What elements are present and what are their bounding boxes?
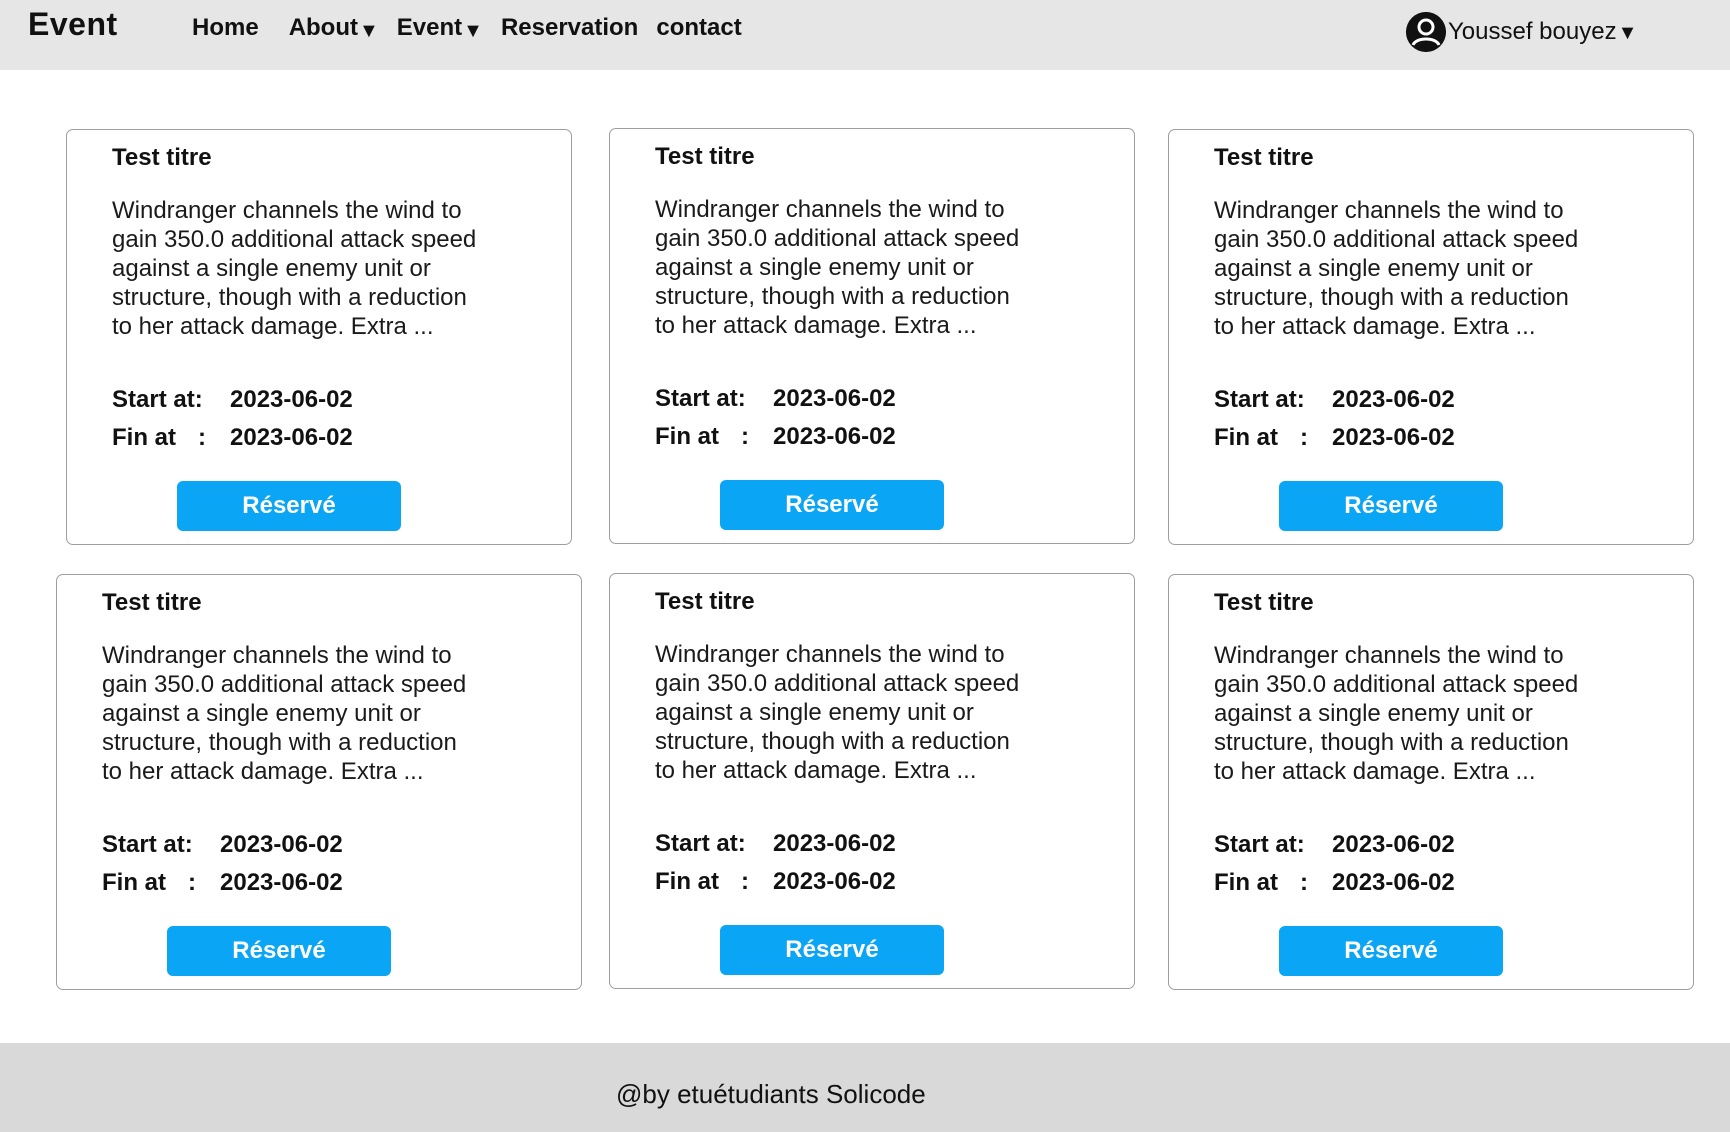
nav-contact[interactable]: contact [656, 14, 741, 42]
event-start: Start at: 2023-06-02 [655, 385, 896, 413]
event-title: Test titre [655, 143, 755, 170]
end-label: Fin at [655, 423, 719, 450]
reserve-button[interactable]: Réservé [720, 925, 944, 975]
start-date: 2023-06-02 [230, 386, 353, 413]
caret-down-icon: ▼ [359, 19, 379, 42]
start-label: Start at: [112, 386, 203, 413]
start-date: 2023-06-02 [1332, 386, 1455, 413]
nav-home-label: Home [192, 14, 259, 41]
reserve-button[interactable]: Réservé [1279, 926, 1503, 976]
event-start: Start at: 2023-06-02 [102, 831, 343, 859]
start-date: 2023-06-02 [773, 385, 896, 412]
event-end: Fin at:2023-06-02 [102, 869, 343, 897]
nav-event-label: Event [396, 14, 463, 41]
event-description: Windranger channels the wind to gain 350… [112, 197, 477, 340]
top-navbar: Event Home About ▼ Event ▼ Reservation c… [0, 0, 1730, 70]
event-description: Windranger channels the wind to gain 350… [1214, 197, 1579, 340]
event-card: Test titre Windranger channels the wind … [609, 573, 1135, 989]
event-description: Windranger channels the wind to gain 350… [102, 642, 467, 785]
end-date: 2023-06-02 [1332, 424, 1455, 451]
end-separator: : [1300, 424, 1308, 451]
event-end: Fin at:2023-06-02 [655, 423, 896, 451]
start-date: 2023-06-02 [220, 831, 343, 858]
reserve-button[interactable]: Réservé [1279, 481, 1503, 531]
reserve-button[interactable]: Réservé [167, 926, 391, 976]
nav-about-label: About [288, 14, 358, 41]
event-start: Start at: 2023-06-02 [1214, 386, 1455, 414]
event-title: Test titre [102, 589, 202, 616]
nav-event-dropdown[interactable]: Event ▼ [397, 14, 483, 42]
event-card: Test titre Windranger channels the wind … [66, 129, 572, 545]
brand-logo[interactable]: Event [28, 6, 118, 43]
event-end: Fin at:2023-06-02 [112, 424, 353, 452]
end-separator: : [741, 868, 749, 895]
nav-reservation-label: Reservation [500, 14, 639, 41]
event-start: Start at: 2023-06-02 [655, 830, 896, 858]
reserve-button[interactable]: Réservé [720, 480, 944, 530]
nav-reservation[interactable]: Reservation [501, 14, 638, 42]
end-date: 2023-06-02 [220, 869, 343, 896]
event-title: Test titre [112, 144, 212, 171]
event-card: Test titre Windranger channels the wind … [1168, 129, 1694, 545]
event-card: Test titre Windranger channels the wind … [1168, 574, 1694, 990]
start-label: Start at: [102, 831, 193, 858]
event-end: Fin at:2023-06-02 [655, 868, 896, 896]
end-date: 2023-06-02 [773, 423, 896, 450]
event-description: Windranger channels the wind to gain 350… [1214, 642, 1579, 785]
end-label: Fin at [112, 424, 176, 451]
nav-about-dropdown[interactable]: About ▼ [289, 14, 379, 42]
page-footer: @by etuétudiants Solicode [0, 1043, 1730, 1132]
caret-down-icon: ▼ [1617, 21, 1638, 44]
event-end: Fin at:2023-06-02 [1214, 424, 1455, 452]
end-separator: : [1300, 869, 1308, 896]
end-label: Fin at [102, 869, 166, 896]
event-description: Windranger channels the wind to gain 350… [655, 196, 1020, 339]
main-nav: Home About ▼ Event ▼ Reservation contact [192, 14, 772, 42]
end-label: Fin at [1214, 869, 1278, 896]
event-start: Start at: 2023-06-02 [112, 386, 353, 414]
event-title: Test titre [1214, 144, 1314, 171]
nav-contact-label: contact [656, 14, 742, 41]
event-card: Test titre Windranger channels the wind … [56, 574, 582, 990]
end-date: 2023-06-02 [1332, 869, 1455, 896]
start-label: Start at: [655, 830, 746, 857]
end-date: 2023-06-02 [230, 424, 353, 451]
event-start: Start at: 2023-06-02 [1214, 831, 1455, 859]
reserve-button[interactable]: Réservé [177, 481, 401, 531]
start-date: 2023-06-02 [773, 830, 896, 857]
start-label: Start at: [1214, 831, 1305, 858]
end-separator: : [741, 423, 749, 450]
start-date: 2023-06-02 [1332, 831, 1455, 858]
start-label: Start at: [1214, 386, 1305, 413]
nav-home[interactable]: Home [192, 14, 259, 42]
event-title: Test titre [655, 588, 755, 615]
event-title: Test titre [1214, 589, 1314, 616]
footer-credit: @by etuétudiants Solicode [616, 1079, 926, 1109]
end-label: Fin at [655, 868, 719, 895]
end-label: Fin at [1214, 424, 1278, 451]
user-avatar-icon [1406, 12, 1446, 52]
end-separator: : [188, 869, 196, 896]
start-label: Start at: [655, 385, 746, 412]
event-description: Windranger channels the wind to gain 350… [655, 641, 1020, 784]
end-date: 2023-06-02 [773, 868, 896, 895]
caret-down-icon: ▼ [463, 19, 483, 42]
end-separator: : [198, 424, 206, 451]
event-card: Test titre Windranger channels the wind … [609, 128, 1135, 544]
user-name: Youssef bouyez [1448, 18, 1617, 45]
event-end: Fin at:2023-06-02 [1214, 869, 1455, 897]
user-menu[interactable]: Youssef bouyez ▼ [1406, 12, 1637, 52]
